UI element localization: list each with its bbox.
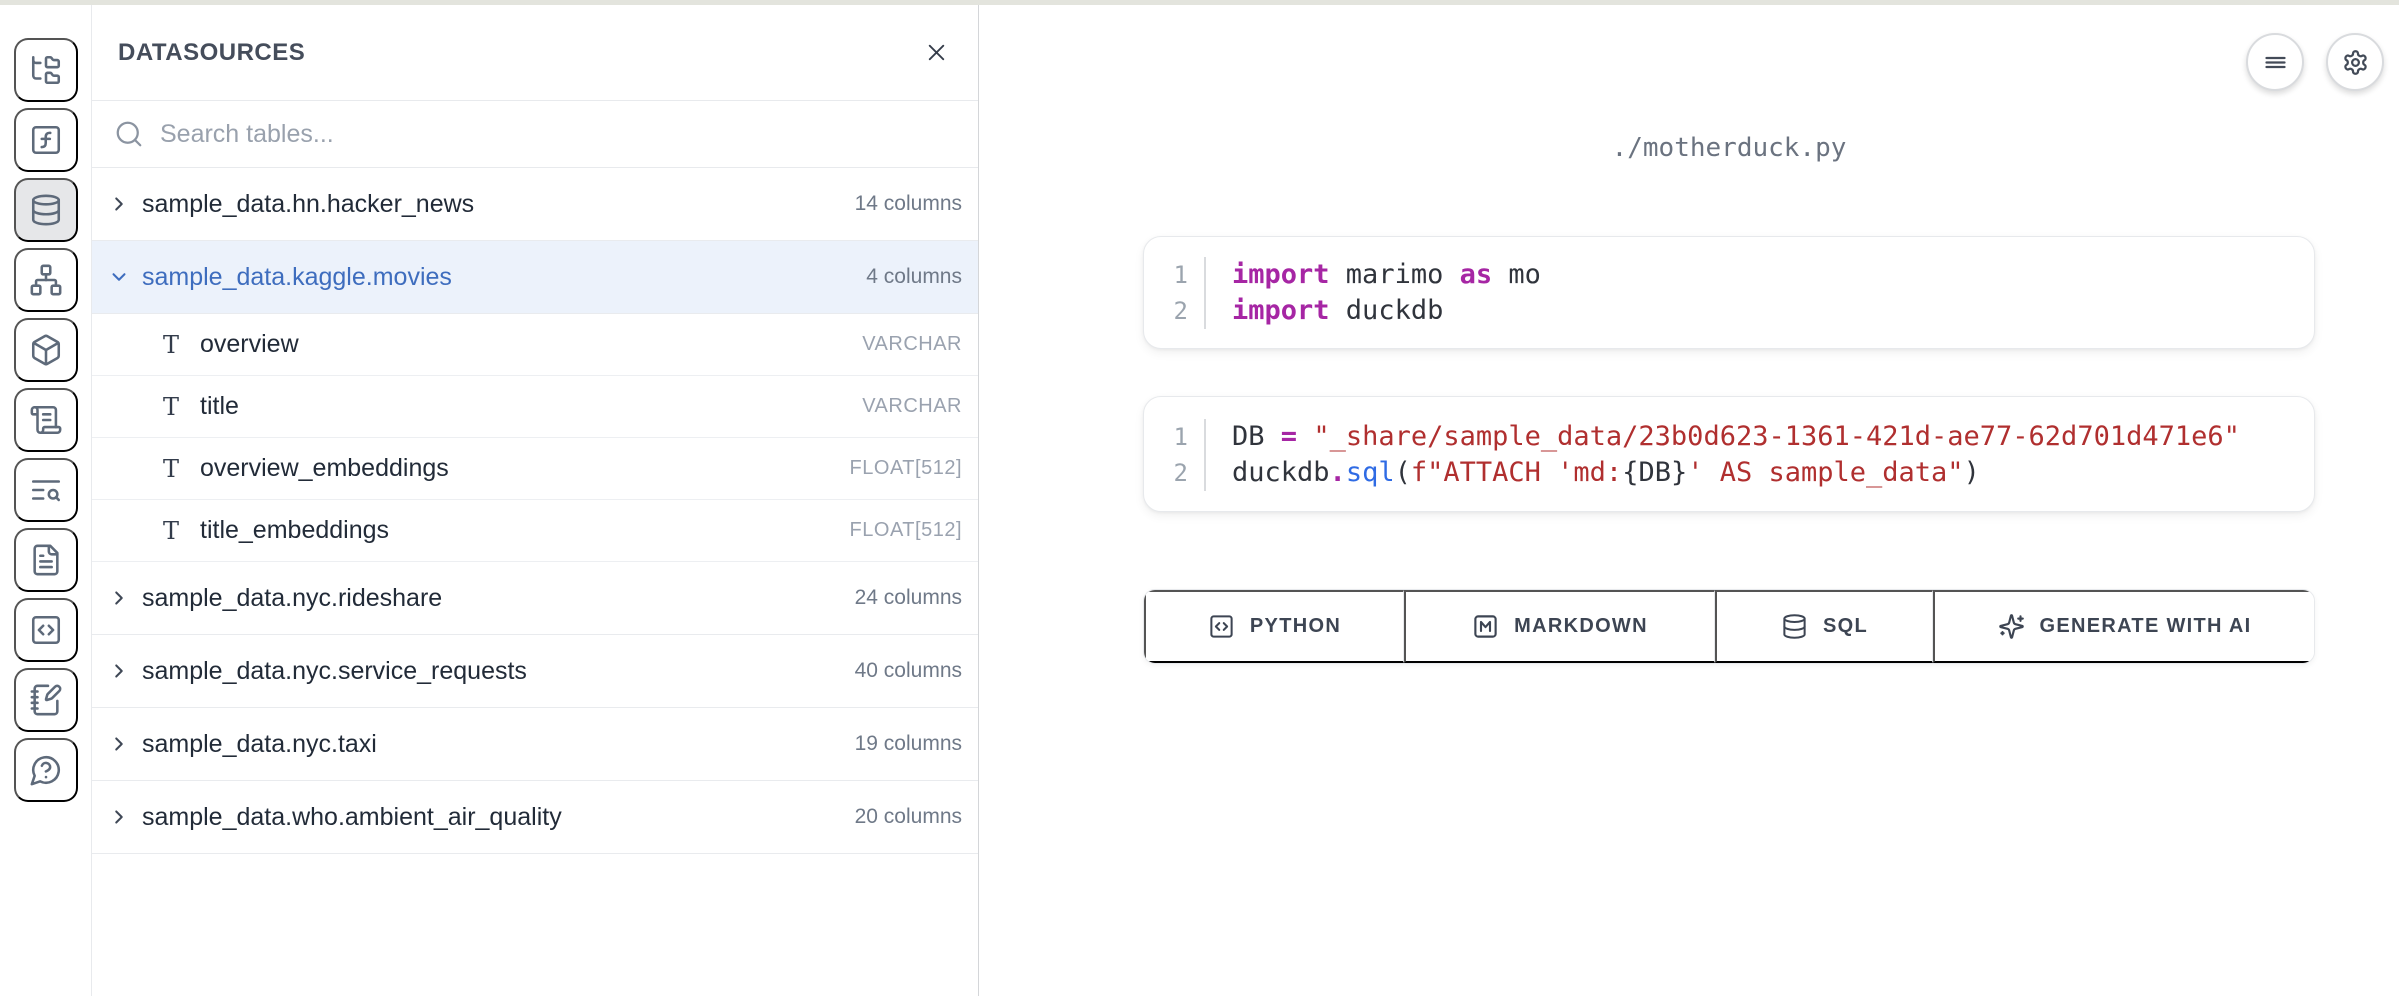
code-cell[interactable]: 12import marimo as moimport duckdb (1143, 236, 2315, 349)
text-search-icon (29, 473, 63, 507)
rail-item-help[interactable] (14, 738, 78, 802)
column-type: FLOAT[512] (850, 519, 962, 542)
function-square-icon (29, 123, 63, 157)
table-list: sample_data.hn.hacker_news14 columnssamp… (92, 168, 978, 854)
add-cell-button-label: MARKDOWN (1514, 615, 1648, 638)
datasource-table-row[interactable]: sample_data.nyc.service_requests 40 colum… (92, 635, 978, 708)
sparkles-icon (1998, 613, 2025, 640)
notebook-content: ./motherduck.py 12import marimo as moimp… (1143, 5, 2315, 996)
box-icon (29, 333, 63, 367)
notebook-pen-icon (29, 683, 63, 717)
add-cell-button-group: PYTHON MARKDOWN SQL GENERATE WITH AI (1143, 589, 2315, 664)
add-cell-generate-with-ai-button[interactable]: GENERATE WITH AI (1933, 590, 2314, 663)
table-name: sample_data.nyc.rideshare (142, 584, 442, 613)
type-text-icon: T (156, 395, 186, 419)
settings-button[interactable] (2326, 33, 2384, 91)
datasource-table-row[interactable]: sample_data.who.ambient_air_quality 20 co… (92, 781, 978, 854)
search-input[interactable] (160, 101, 978, 167)
panel-title: DATASOURCES (118, 39, 305, 67)
rail-item-snippets[interactable] (14, 598, 78, 662)
table-name: sample_data.hn.hacker_news (142, 190, 474, 219)
chevron-right-icon (108, 806, 130, 828)
code-cell[interactable]: 12DB = "_share/sample_data/23b0d623-1361… (1143, 396, 2315, 512)
table-column-count: 20 columns (855, 805, 962, 829)
markdown-icon (1472, 613, 1499, 640)
datasource-column-row[interactable]: Toverview VARCHAR (92, 314, 978, 376)
network-icon (29, 263, 63, 297)
column-name: title (200, 392, 239, 421)
rail-item-logs[interactable] (14, 388, 78, 452)
datasource-column-row[interactable]: Ttitle VARCHAR (92, 376, 978, 438)
column-type: FLOAT[512] (850, 457, 962, 480)
chevron-right-icon (108, 733, 130, 755)
column-name: title_embeddings (200, 516, 389, 545)
rail-item-dependencies[interactable] (14, 248, 78, 312)
add-cell-button-label: SQL (1823, 615, 1868, 638)
chevron-down-icon (108, 266, 130, 288)
database-icon (29, 193, 63, 227)
folder-tree-icon (29, 53, 63, 87)
rail-item-file-explorer[interactable] (14, 38, 78, 102)
table-search-row (92, 101, 978, 168)
chevron-right-icon (108, 587, 130, 609)
code-square-icon (29, 613, 63, 647)
add-cell-python-button[interactable]: PYTHON (1144, 590, 1404, 663)
datasources-panel: DATASOURCES sample_data.hn.hacker_news 14… (92, 5, 979, 996)
window-top-strip (0, 0, 2399, 5)
add-cell-markdown-button[interactable]: MARKDOWN (1404, 590, 1715, 663)
column-name: overview_embeddings (200, 454, 449, 483)
datasource-table-row[interactable]: sample_data.nyc.rideshare 24 columns (92, 562, 978, 635)
column-name: overview (200, 330, 299, 359)
type-text-icon: T (156, 333, 186, 357)
column-type: VARCHAR (862, 333, 962, 356)
gear-icon (2342, 49, 2369, 76)
table-name: sample_data.who.ambient_air_quality (142, 803, 562, 832)
datasource-table-row[interactable]: sample_data.nyc.taxi 19 columns (92, 708, 978, 781)
rail-item-functions[interactable] (14, 108, 78, 172)
table-name: sample_data.nyc.service_requests (142, 657, 527, 686)
datasources-panel-header: DATASOURCES (92, 5, 978, 101)
add-cell-button-label: PYTHON (1250, 615, 1341, 638)
table-name: sample_data.kaggle.movies (142, 263, 452, 292)
datasource-column-row[interactable]: Ttitle_embeddings FLOAT[512] (92, 500, 978, 562)
help-chat-icon (29, 753, 63, 787)
line-numbers: 12 (1144, 419, 1206, 491)
type-text-icon: T (156, 457, 186, 481)
table-column-count: 19 columns (855, 732, 962, 756)
chevron-right-icon (108, 193, 130, 215)
close-icon (923, 39, 950, 66)
chevron-right-icon (108, 660, 130, 682)
table-column-count: 40 columns (855, 659, 962, 683)
rail-item-datasources[interactable] (14, 178, 78, 242)
notebook-main-area: ./motherduck.py 12import marimo as moimp… (980, 5, 2399, 996)
scroll-text-icon (29, 403, 63, 437)
line-numbers: 12 (1144, 257, 1206, 329)
table-name: sample_data.nyc.taxi (142, 730, 377, 759)
close-panel-button[interactable] (923, 39, 950, 66)
rail-item-documentation[interactable] (14, 528, 78, 592)
table-column-count: 4 columns (866, 265, 962, 289)
code-square-icon (1208, 613, 1235, 640)
table-column-count: 14 columns (855, 192, 962, 216)
rail-item-tracing[interactable] (14, 458, 78, 522)
code-editor[interactable]: import marimo as moimport duckdb (1206, 257, 1541, 329)
type-text-icon: T (156, 519, 186, 543)
add-cell-button-label: GENERATE WITH AI (2040, 615, 2252, 638)
rail-item-packages[interactable] (14, 318, 78, 382)
datasource-table-row[interactable]: sample_data.kaggle.movies 4 columns (92, 241, 978, 314)
datasource-column-row[interactable]: Toverview_embeddings FLOAT[512] (92, 438, 978, 500)
add-cell-sql-button[interactable]: SQL (1715, 590, 1933, 663)
search-icon (114, 119, 144, 149)
file-text-icon (29, 543, 63, 577)
code-editor[interactable]: DB = "_share/sample_data/23b0d623-1361-4… (1206, 419, 2240, 491)
datasource-table-row[interactable]: sample_data.hn.hacker_news 14 columns (92, 168, 978, 241)
rail-item-scratchpad[interactable] (14, 668, 78, 732)
database-icon (1781, 613, 1808, 640)
table-column-count: 24 columns (855, 586, 962, 610)
column-type: VARCHAR (862, 395, 962, 418)
icon-rail (0, 5, 92, 996)
notebook-filename[interactable]: ./motherduck.py (1143, 133, 2315, 163)
